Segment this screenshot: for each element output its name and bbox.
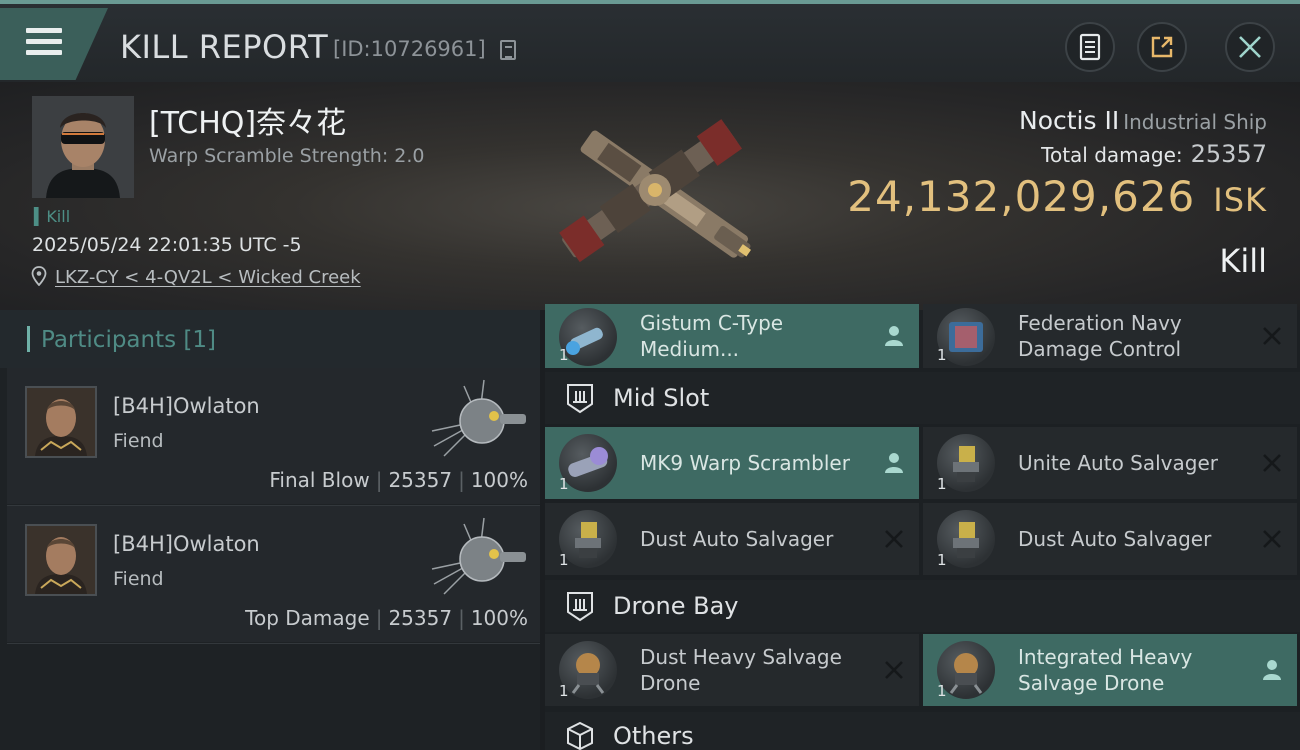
module-name: Dust Auto Salvager	[1018, 527, 1212, 551]
close-button[interactable]	[1225, 22, 1275, 72]
top-bar: KILL REPORT [ID:10726961]	[0, 0, 1300, 82]
destroyed-icon	[885, 661, 903, 679]
location-pin-icon	[31, 266, 47, 286]
hamburger-menu-icon[interactable]	[26, 28, 62, 60]
module-quantity: 1	[937, 346, 947, 364]
person-icon	[1263, 660, 1281, 680]
participant-role: Top Damage	[245, 606, 370, 630]
clipboard-button[interactable]	[1065, 22, 1115, 72]
kill-datetime: 2025/05/24 22:01:35 UTC -5	[32, 234, 302, 256]
module-slot[interactable]: 1 MK9 Warp Scrambler	[545, 427, 919, 499]
drone-bay-icon	[567, 592, 593, 622]
person-icon	[885, 453, 903, 473]
ship-name: Noctis II	[1019, 106, 1120, 135]
mid-slot-icon	[567, 384, 593, 414]
report-id: [ID:10726961]	[333, 37, 486, 61]
module-name: MK9 Warp Scrambler	[640, 451, 850, 475]
mid-slot-title: Mid Slot	[613, 384, 710, 412]
module-quantity: 1	[559, 475, 569, 493]
drone-name: Dust Heavy Salvage Drone	[640, 645, 842, 695]
drone-bay-title: Drone Bay	[613, 592, 739, 620]
drone-quantity: 1	[559, 682, 569, 700]
fitting-panel: 1 Gistum C-Type Medium... 1 Federation N…	[545, 304, 1300, 750]
module-quantity: 1	[559, 346, 569, 364]
participant-damage: 25357	[388, 606, 453, 630]
participant-stats: Final Blow | 25357 | 100%	[269, 468, 528, 492]
share-button[interactable]	[1137, 22, 1187, 72]
destroyed-icon	[1263, 327, 1281, 345]
module-slot[interactable]: 1 Federation Navy Damage Control	[923, 304, 1297, 368]
total-damage: Total damage: 25357	[1041, 140, 1267, 168]
ship-class: Industrial Ship	[1123, 110, 1267, 134]
ship-type[interactable]: Noctis II Industrial Ship	[1019, 106, 1267, 135]
others-header: Others	[545, 712, 1300, 750]
others-title: Others	[613, 722, 694, 750]
share-icon	[1151, 36, 1173, 58]
participant-card[interactable]: [B4H]Owlaton Fiend Final Blow | 25357 | 100%	[7, 368, 540, 504]
fiend-ship-icon	[431, 379, 526, 457]
close-icon	[1239, 36, 1261, 58]
copy-icon[interactable]	[500, 40, 516, 60]
divider	[7, 643, 540, 644]
participants-label: Participants	[41, 327, 177, 353]
module-name: Dust Auto Salvager	[640, 527, 834, 551]
module-name: Gistum C-Type Medium...	[640, 311, 784, 361]
module-quantity: 1	[937, 475, 947, 493]
participant-ship: Fiend	[113, 430, 164, 452]
participant-damage: 25357	[388, 468, 453, 492]
module-quantity: 1	[937, 551, 947, 569]
module-name: Unite Auto Salvager	[1018, 451, 1218, 475]
drone-bay-header: Drone Bay	[545, 580, 1300, 632]
drone-name: Integrated Heavy Salvage Drone	[1018, 645, 1193, 695]
destroyed-icon	[1263, 454, 1281, 472]
module-quantity: 1	[559, 551, 569, 569]
drone-quantity: 1	[937, 682, 947, 700]
participant-name[interactable]: [B4H]Owlaton	[113, 394, 260, 418]
result-label: Kill	[1219, 242, 1267, 280]
participants-count: [1]	[183, 327, 217, 353]
menu-button[interactable]	[0, 8, 108, 80]
location-link[interactable]: LKZ-CY < 4-QV2L < Wicked Creek	[55, 267, 361, 288]
module-slot[interactable]: 1 Dust Auto Salvager	[545, 503, 919, 575]
kill-tag: ▍Kill	[34, 207, 71, 226]
mid-slot-header: Mid Slot	[545, 372, 1300, 424]
module-slot[interactable]: 1 Gistum C-Type Medium...	[545, 304, 919, 368]
ship-image	[559, 119, 752, 263]
fiend-ship-icon	[431, 517, 526, 595]
cube-icon	[567, 721, 593, 750]
victim-banner: [TCHQ]奈々花 Warp Scramble Strength: 2.0 ▍K…	[0, 82, 1300, 310]
clipboard-icon	[1079, 33, 1101, 61]
participant-card[interactable]: [B4H]Owlaton Fiend Top Damage | 25357 | 100%	[7, 506, 540, 642]
participant-ship: Fiend	[113, 568, 164, 590]
participants-panel: Participants [1] [B4H]Owlaton Fiend Fina…	[0, 310, 540, 750]
victim-name[interactable]: [TCHQ]奈々花	[149, 98, 346, 142]
page-title: KILL REPORT	[120, 28, 329, 66]
warp-scramble-strength: Warp Scramble Strength: 2.0	[149, 145, 425, 167]
participant-portrait[interactable]	[25, 386, 97, 458]
module-slot[interactable]: 1 Unite Auto Salvager	[923, 427, 1297, 499]
isk-amount: 24,132,029,626	[847, 172, 1196, 221]
drone-slot[interactable]: 1 Integrated Heavy Salvage Drone	[923, 634, 1297, 706]
victim-portrait[interactable]	[32, 96, 134, 198]
isk-unit: ISK	[1213, 181, 1267, 219]
kill-tag-label: Kill	[46, 207, 71, 226]
total-damage-label: Total damage:	[1041, 143, 1183, 167]
header-accent-bar	[27, 326, 30, 352]
destroyed-icon	[1263, 530, 1281, 548]
participant-role: Final Blow	[269, 468, 370, 492]
participants-header: Participants [1]	[0, 310, 540, 368]
module-slot[interactable]: 1 Dust Auto Salvager	[923, 503, 1297, 575]
participant-name[interactable]: [B4H]Owlaton	[113, 532, 260, 556]
participant-percent: 100%	[470, 468, 528, 492]
module-name: Federation Navy Damage Control	[1018, 311, 1182, 361]
total-damage-value: 25357	[1190, 140, 1267, 168]
isk-value: 24,132,029,626 ISK	[847, 172, 1267, 221]
participant-portrait[interactable]	[25, 524, 97, 596]
destroyed-icon	[885, 530, 903, 548]
drone-slot[interactable]: 1 Dust Heavy Salvage Drone	[545, 634, 919, 706]
participants-title: Participants [1]	[41, 327, 216, 353]
participant-percent: 100%	[470, 606, 528, 630]
person-icon	[885, 326, 903, 346]
participant-stats: Top Damage | 25357 | 100%	[245, 606, 528, 630]
